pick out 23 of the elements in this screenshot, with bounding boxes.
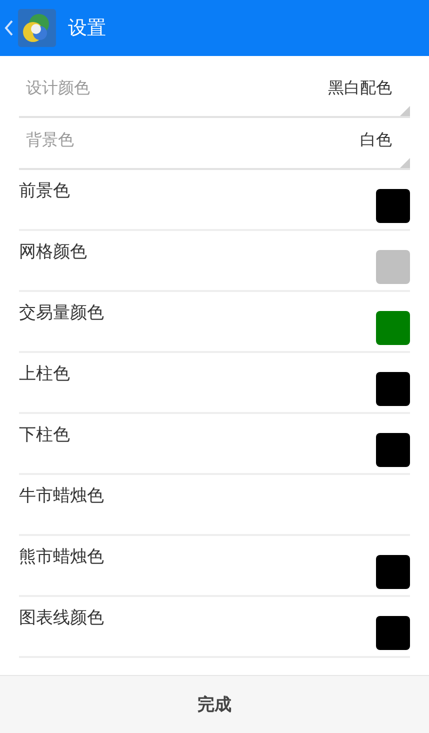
page-title: 设置	[68, 16, 106, 41]
dropdown-field[interactable]: 背景色 白色	[19, 118, 410, 170]
back-icon[interactable]	[4, 20, 14, 36]
color-swatch[interactable]	[376, 372, 410, 406]
color-swatch[interactable]	[376, 555, 410, 589]
color-label: 下柱色	[19, 424, 70, 446]
color-swatch[interactable]	[376, 616, 410, 650]
color-label: 上柱色	[19, 363, 70, 385]
color-swatch[interactable]	[376, 433, 410, 467]
app-logo-icon	[18, 9, 56, 47]
color-label: 熊市蜡烛色	[19, 546, 104, 568]
dropdown-field[interactable]: 设计颜色 黑白配色	[19, 66, 410, 118]
corner-icon	[400, 106, 410, 116]
corner-icon	[400, 158, 410, 168]
color-label: 牛市蜡烛色	[19, 485, 104, 507]
color-swatch[interactable]	[376, 311, 410, 345]
color-label: 前景色	[19, 180, 70, 202]
color-label: 交易量颜色	[19, 302, 104, 324]
color-label: 网格颜色	[19, 241, 87, 263]
done-button[interactable]: 完成	[178, 687, 252, 722]
color-swatch[interactable]	[376, 189, 410, 223]
color-swatch[interactable]	[376, 250, 410, 284]
color-label: 图表线颜色	[19, 607, 104, 629]
